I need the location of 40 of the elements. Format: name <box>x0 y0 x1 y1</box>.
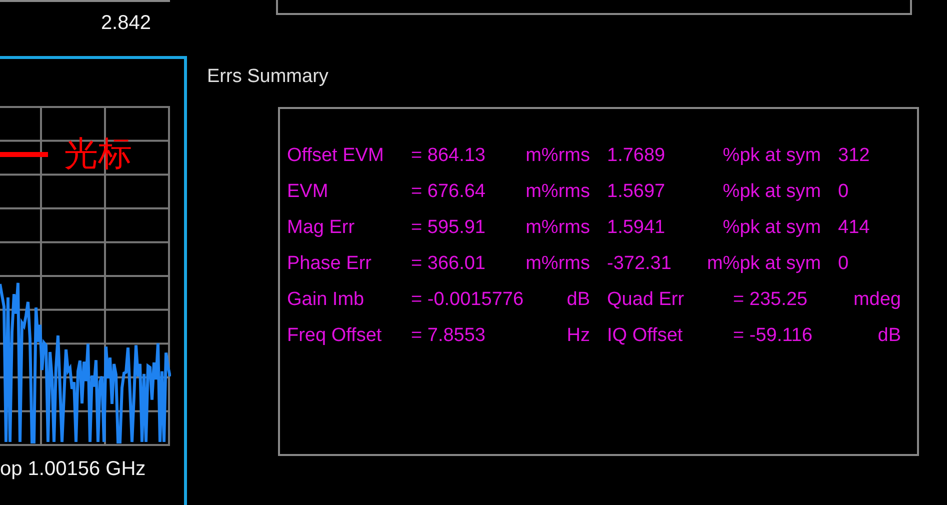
table-cell: %pk at sym <box>722 145 821 167</box>
table-cell-text: Quad Err <box>607 289 686 311</box>
table-cell: m%rms <box>526 253 590 275</box>
section-title: Errs Summary <box>207 66 330 88</box>
table-cell: m%rms <box>526 145 590 167</box>
table-cell-text: Mag Err <box>287 217 356 239</box>
table-cell-text: 1.7689 <box>607 145 666 167</box>
table-cell: m%rms <box>526 217 590 239</box>
table-cell-text: = 366.01 <box>411 253 486 275</box>
table-cell-text: = 235.25 <box>733 289 808 311</box>
table-cell-text: 414 <box>838 217 871 239</box>
table-cell-text: Offset EVM <box>287 145 385 167</box>
table-cell-text: = 7.8553 <box>411 325 486 347</box>
readout-value: 2.842 <box>100 12 151 34</box>
table-cell: Hz <box>566 325 590 347</box>
table-cell-text: 0 <box>838 181 850 203</box>
table-cell: dB <box>566 289 590 311</box>
table-cell-text: = 676.64 <box>411 181 486 203</box>
table-cell: %pk at sym <box>722 181 821 203</box>
stop-frequency: op 1.00156 GHz <box>0 457 147 481</box>
table-cell: %pk at sym <box>722 217 821 239</box>
table-cell-text: Gain Imb <box>287 289 366 311</box>
table-cell: mdeg <box>853 289 901 311</box>
table-cell-text: Phase Err <box>287 253 372 275</box>
table-cell-text: = -59.116 <box>733 325 814 347</box>
table-cell-text: EVM <box>287 181 330 203</box>
table-cell-text: IQ Offset <box>607 325 684 347</box>
table-cell-text: 312 <box>838 145 871 167</box>
annotation-label: 光标 <box>64 134 132 174</box>
table-cell-text: = 595.91 <box>411 217 486 239</box>
table-cell-text: = -0.0015776 <box>411 289 525 311</box>
table-cell-text: -372.31 <box>607 253 672 275</box>
table-cell-text: 0 <box>838 253 850 275</box>
table-cell-text: Freq Offset <box>287 325 383 347</box>
table-cell: m%pk at sym <box>706 253 821 275</box>
table-cell-text: 1.5697 <box>607 181 666 203</box>
table-cell: m%rms <box>526 181 590 203</box>
table-cell: dB <box>878 325 901 347</box>
table-cell-text: = 864.13 <box>411 145 486 167</box>
table-cell-text: 1.5941 <box>607 217 666 239</box>
